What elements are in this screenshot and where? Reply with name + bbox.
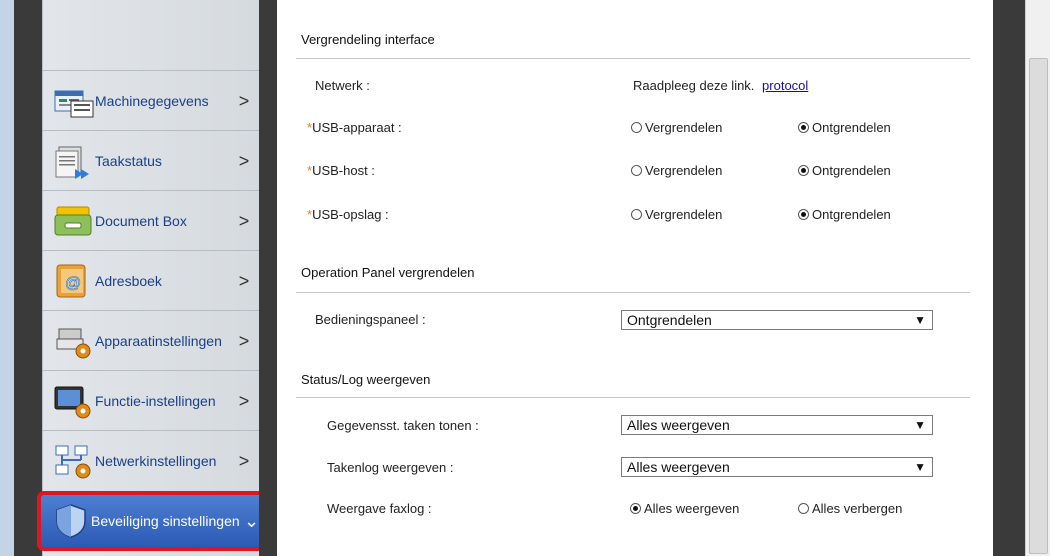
network-settings-icon — [53, 443, 95, 479]
sidebar-item-functie-instellingen[interactable]: Functie-instellingen > — [43, 370, 260, 431]
scrollbar-thumb[interactable] — [1029, 58, 1048, 554]
radio-off-icon — [631, 209, 642, 220]
radio-label: Ontgrendelen — [812, 207, 891, 222]
sidebar-item-label: Beveiliging sinstellingen — [91, 512, 240, 529]
sidebar-item-apparaatinstellingen[interactable]: Apparaatinstellingen > — [43, 310, 260, 371]
chevron-right-icon: > — [238, 150, 250, 171]
job-details-select[interactable]: Alles weergeven ▼ — [621, 415, 933, 435]
left-frame — [0, 0, 14, 556]
usb-host-label: *USB-host : — [307, 163, 375, 178]
radio-off-icon — [798, 503, 809, 514]
sidebar-item-machinegegevens[interactable]: Machinegegevens > — [43, 70, 260, 131]
job-details-label: Gegevensst. taken tonen : — [327, 418, 479, 433]
section-title-interface-lock: Vergrendeling interface — [301, 32, 435, 47]
chevron-right-icon: > — [238, 210, 250, 231]
divider — [296, 397, 970, 398]
svg-text:@: @ — [65, 275, 81, 292]
usb-host-unlock-radio[interactable]: Ontgrendelen — [798, 163, 891, 178]
chevron-right-icon: > — [238, 450, 250, 471]
sidebar-item-label: Document Box — [95, 213, 187, 229]
sidebar-item-adresboek[interactable]: @ Adresboek > — [43, 250, 260, 311]
sidebar-item-taakstatus[interactable]: Taakstatus > — [43, 130, 260, 191]
main-content: Vergrendeling interface Netwerk : Raadpl… — [277, 0, 993, 556]
job-status-icon — [53, 143, 95, 179]
operation-panel-label: Bedieningspaneel : — [315, 312, 426, 327]
operation-panel-select[interactable]: Ontgrendelen ▼ — [621, 310, 933, 330]
sidebar-item-label: Apparaatinstellingen — [95, 333, 222, 349]
document-box-icon — [53, 203, 95, 239]
chevron-right-icon: > — [238, 270, 250, 291]
select-value: Alles weergeven — [627, 417, 730, 433]
network-label: Netwerk : — [315, 78, 370, 93]
radio-label: Vergrendelen — [645, 207, 723, 222]
usb-storage-label: *USB-opslag : — [307, 207, 389, 222]
radio-off-icon — [631, 122, 642, 133]
machine-info-icon — [53, 83, 95, 119]
usb-device-label-text: USB-apparaat : — [312, 120, 402, 135]
protocol-link[interactable]: protocol — [762, 78, 808, 93]
left-frame-border — [14, 0, 42, 556]
usb-host-label-text: USB-host : — [312, 163, 375, 178]
sidebar-item-label: Adresboek — [95, 273, 162, 289]
radio-off-icon — [631, 165, 642, 176]
radio-label: Vergrendelen — [645, 120, 723, 135]
divider — [296, 292, 970, 293]
radio-label: Alles verbergen — [812, 501, 903, 516]
usb-storage-label-text: USB-opslag : — [312, 207, 389, 222]
fax-log-show-all-radio[interactable]: Alles weergeven — [630, 501, 739, 516]
shield-icon — [55, 503, 87, 539]
address-book-icon: @ — [53, 263, 95, 299]
radio-on-icon — [798, 122, 809, 133]
radio-on-icon — [630, 503, 641, 514]
section-title-panel-lock: Operation Panel vergrendelen — [301, 265, 475, 280]
sidebar-item-document-box[interactable]: Document Box > — [43, 190, 260, 251]
right-frame-border — [993, 0, 1025, 556]
sidebar: Machinegegevens > Taakstatus > Document … — [37, 0, 271, 556]
device-settings-icon — [53, 323, 95, 359]
sidebar-item-label: Machinegegevens — [95, 93, 209, 109]
usb-storage-lock-radio[interactable]: Vergrendelen — [631, 207, 722, 222]
chevron-right-icon: > — [238, 390, 250, 411]
usb-device-lock-radio[interactable]: Vergrendelen — [631, 120, 722, 135]
chevron-right-icon: > — [238, 90, 250, 111]
job-log-label: Takenlog weergeven : — [327, 460, 454, 475]
usb-device-label: *USB-apparaat : — [307, 120, 402, 135]
sidebar-item-netwerkinstellingen[interactable]: Netwerkinstellingen > — [43, 430, 260, 491]
sidebar-item-label: Netwerkinstellingen — [95, 453, 217, 469]
select-value: Alles weergeven — [627, 459, 730, 475]
divider — [296, 58, 970, 59]
usb-host-lock-radio[interactable]: Vergrendelen — [631, 163, 722, 178]
network-info: Raadpleeg deze link. protocol — [633, 78, 808, 93]
sidebar-item-label: Functie-instellingen — [95, 393, 216, 409]
function-settings-icon — [53, 383, 95, 419]
network-info-text: Raadpleeg deze link. — [633, 78, 755, 93]
chevron-down-icon: ▼ — [914, 313, 926, 327]
usb-device-unlock-radio[interactable]: Ontgrendelen — [798, 120, 891, 135]
main-scrollbar[interactable] — [1025, 0, 1050, 556]
fax-log-hide-all-radio[interactable]: Alles verbergen — [798, 501, 902, 516]
sidebar-scrollbar[interactable] — [259, 0, 277, 556]
chevron-down-icon: ⌄ — [244, 510, 260, 531]
radio-label: Ontgrendelen — [812, 120, 891, 135]
job-log-select[interactable]: Alles weergeven ▼ — [621, 457, 933, 477]
section-title-status-log: Status/Log weergeven — [301, 372, 431, 387]
sidebar-item-beveiliging[interactable]: Beveiliging sinstellingen ⌄ — [37, 491, 271, 551]
radio-label: Ontgrendelen — [812, 163, 891, 178]
usb-storage-unlock-radio[interactable]: Ontgrendelen — [798, 207, 891, 222]
radio-label: Vergrendelen — [645, 163, 723, 178]
select-value: Ontgrendelen — [627, 312, 712, 328]
radio-on-icon — [798, 209, 809, 220]
chevron-down-icon: ▼ — [914, 418, 926, 432]
radio-on-icon — [798, 165, 809, 176]
chevron-right-icon: > — [238, 330, 250, 351]
sidebar-item-label: Taakstatus — [95, 153, 162, 169]
radio-label: Alles weergeven — [644, 501, 740, 516]
fax-log-label: Weergave faxlog : — [327, 501, 432, 516]
chevron-down-icon: ▼ — [914, 460, 926, 474]
